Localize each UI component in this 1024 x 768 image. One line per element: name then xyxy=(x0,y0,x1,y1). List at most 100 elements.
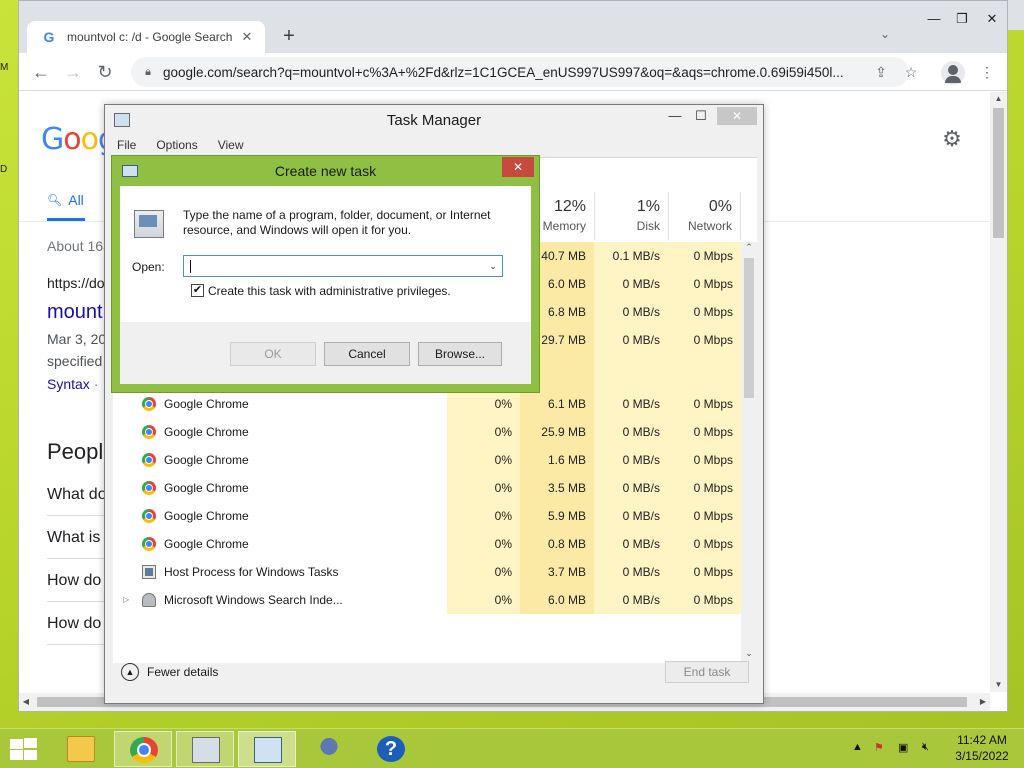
lock-icon[interactable]: 🔒︎ xyxy=(141,65,155,79)
bookmark-star-icon[interactable]: ☆ xyxy=(901,63,921,83)
tab-search-chevron-icon[interactable]: ⌄ xyxy=(875,27,895,47)
new-tab-button[interactable]: + xyxy=(277,25,301,49)
reload-icon[interactable]: ↻ xyxy=(93,61,117,83)
tab-all-label: All xyxy=(68,192,84,208)
start-button[interactable] xyxy=(8,737,38,761)
chrome-process-icon xyxy=(142,509,156,523)
taskbar-help[interactable]: ? xyxy=(362,731,420,767)
back-arrow-icon[interactable]: ← xyxy=(29,61,53,83)
taskbar-run[interactable] xyxy=(238,731,296,767)
show-hidden-icons-icon[interactable]: ▲ xyxy=(852,741,863,753)
chrome-menu-icon[interactable]: ⋮ xyxy=(977,63,997,83)
tm-scroll-thumb[interactable] xyxy=(744,258,754,398)
page-vertical-scrollbar[interactable]: ▲ ▼ xyxy=(990,92,1007,692)
cell-disk: 0.1 MB/s xyxy=(594,242,668,270)
ok-button[interactable]: OK xyxy=(230,342,316,366)
paa-question[interactable]: What is xyxy=(47,529,100,547)
share-icon[interactable]: ⇪ xyxy=(871,63,891,83)
settings-gear-icon[interactable]: ⚙ xyxy=(941,128,963,150)
clock-date: 3/15/2022 xyxy=(955,749,1009,763)
action-center-flag-icon[interactable]: ⚑ xyxy=(874,741,884,754)
chevron-up-icon: ▲ xyxy=(121,663,139,681)
scroll-thumb[interactable] xyxy=(993,108,1004,238)
profile-avatar-icon[interactable] xyxy=(941,61,965,85)
cell-disk: 0 MB/s xyxy=(594,326,668,354)
admin-privileges-checkbox[interactable]: ✔ xyxy=(191,284,204,297)
run-icon xyxy=(254,737,282,763)
address-bar[interactable]: 🔒︎ google.com/search?q=mountvol+c%3A+%2F… xyxy=(131,57,909,87)
desktop-icon-m[interactable]: M xyxy=(0,62,10,76)
tm-vertical-scrollbar[interactable]: ⌃ ⌄ xyxy=(741,242,757,663)
process-row[interactable]: Google Chrome 0% 5.9 MB 0 MB/s 0 Mbps xyxy=(113,502,741,530)
tm-minimize-button[interactable]: — xyxy=(661,107,689,127)
taskbar-file-explorer[interactable] xyxy=(52,731,110,767)
tab-all[interactable]: 🔍︎ All xyxy=(47,192,84,208)
open-input[interactable]: ⌄ xyxy=(183,255,503,277)
host-process-icon xyxy=(142,565,156,579)
column-network[interactable]: 0% Network xyxy=(668,192,741,240)
end-task-button[interactable]: End task xyxy=(665,661,749,683)
process-row[interactable]: Google Chrome 0% 25.9 MB 0 MB/s 0 Mbps xyxy=(113,418,741,446)
tm-maximize-button[interactable]: ☐ xyxy=(687,107,715,127)
fewer-details-button[interactable]: ▲ Fewer details xyxy=(121,663,218,681)
process-row[interactable]: Host Process for Windows Tasks 0% 3.7 MB 0 … xyxy=(113,558,741,586)
cancel-button[interactable]: Cancel xyxy=(324,342,410,366)
open-label: Open: xyxy=(132,260,165,274)
tab-close-icon[interactable]: ✕ xyxy=(239,29,255,45)
taskbar: ? ▲ ⚑ ▣ 🔇︎ 11:42 AM 3/15/2022 xyxy=(0,728,1024,768)
result-title[interactable]: mount xyxy=(47,301,103,324)
paa-question[interactable]: How do xyxy=(47,615,101,633)
cell-net: 0 Mbps xyxy=(668,474,741,502)
menu-view[interactable]: View xyxy=(206,136,252,156)
network-icon[interactable]: ▣ xyxy=(898,741,908,754)
minimize-button[interactable]: — xyxy=(919,9,949,29)
forward-arrow-icon[interactable]: → xyxy=(61,61,85,83)
cell-disk: 0 MB/s xyxy=(594,586,668,614)
paa-question[interactable]: What do xyxy=(47,486,107,504)
clock[interactable]: 11:42 AM 3/15/2022 xyxy=(950,732,1014,764)
result-stats: About 163 xyxy=(47,238,111,254)
tm-scroll-up-icon[interactable]: ⌃ xyxy=(741,242,757,256)
chevron-down-icon[interactable]: ⌄ xyxy=(487,259,499,273)
menu-options[interactable]: Options xyxy=(144,136,205,156)
maximize-button[interactable]: ❐ xyxy=(947,9,977,29)
cell-cpu: 0% xyxy=(447,586,520,614)
paa-question[interactable]: How do xyxy=(47,572,101,590)
expand-chevron-icon[interactable]: ▷ xyxy=(123,595,131,605)
dialog-close-button[interactable]: ✕ xyxy=(502,157,534,177)
process-row[interactable]: Google Chrome 0% 3.5 MB 0 MB/s 0 Mbps xyxy=(113,474,741,502)
process-row[interactable]: Google Chrome 0% 6.1 MB 0 MB/s 0 Mbps xyxy=(113,390,741,418)
column-disk[interactable]: 1% Disk xyxy=(594,192,668,240)
process-row[interactable]: Google Chrome 0% 1.6 MB 0 MB/s 0 Mbps xyxy=(113,446,741,474)
cell-disk: 0 MB/s xyxy=(594,418,668,446)
chrome-process-icon xyxy=(142,481,156,495)
process-row[interactable]: ▷ Microsoft Windows Search Inde... 0% 6.0 M… xyxy=(113,586,741,614)
close-button[interactable]: ✕ xyxy=(977,9,1007,29)
sitelink-syntax[interactable]: Syntax xyxy=(47,376,90,392)
chess-icon xyxy=(315,736,343,762)
volume-muted-icon[interactable]: 🔇︎ xyxy=(922,741,929,754)
result-url[interactable]: https://do xyxy=(47,275,105,291)
task-manager-titlebar[interactable]: Task Manager — ☐ ✕ xyxy=(105,105,763,135)
scroll-up-icon[interactable]: ▲ xyxy=(990,92,1007,106)
scroll-left-icon[interactable]: ◀ xyxy=(19,693,33,711)
cell-net: 0 Mbps xyxy=(668,558,741,586)
scroll-right-icon[interactable]: ▶ xyxy=(976,693,990,711)
process-row[interactable]: Google Chrome 0% 0.8 MB 0 MB/s 0 Mbps xyxy=(113,530,741,558)
taskbar-chess[interactable] xyxy=(300,731,358,767)
cell-mem: 5.9 MB xyxy=(520,502,594,530)
cell-mem: 25.9 MB xyxy=(520,418,594,446)
cell-disk: 0 MB/s xyxy=(594,530,668,558)
scroll-down-icon[interactable]: ▼ xyxy=(990,678,1007,692)
taskbar-task-manager[interactable] xyxy=(176,731,234,767)
tm-scroll-down-icon[interactable]: ⌄ xyxy=(741,648,757,662)
dialog-titlebar[interactable]: Create new task ✕ xyxy=(112,156,539,186)
desktop-icon-d[interactable]: D xyxy=(0,164,10,178)
chrome-tab[interactable]: G mountvol c: /d - Google Search ✕ xyxy=(27,21,265,53)
address-url[interactable]: google.com/search?q=mountvol+c%3A+%2Fd&r… xyxy=(163,65,909,80)
browse-button[interactable]: Browse... xyxy=(418,342,502,366)
admin-privileges-label[interactable]: Create this task with administrative pri… xyxy=(208,284,451,298)
taskbar-chrome[interactable] xyxy=(114,731,172,767)
tm-close-button[interactable]: ✕ xyxy=(717,107,757,125)
menu-file[interactable]: File xyxy=(105,136,144,156)
